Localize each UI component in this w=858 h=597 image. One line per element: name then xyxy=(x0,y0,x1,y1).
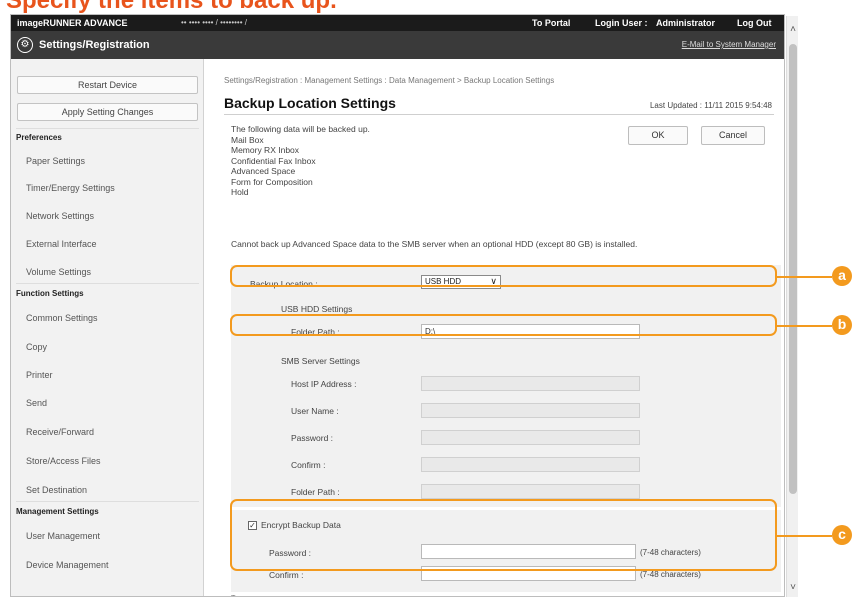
device-name: •• •••• •••• / •••••••• / xyxy=(181,18,247,27)
scrollbar[interactable]: ˄ ˅ xyxy=(786,16,798,597)
smb-note: Cannot back up Advanced Space data to th… xyxy=(231,239,638,249)
smb-password-field[interactable] xyxy=(421,430,640,445)
sidebar-divider xyxy=(16,128,199,129)
sidebar-item-user-management[interactable]: User Management xyxy=(26,531,100,541)
intro-line: The following data will be backed up. xyxy=(231,124,370,134)
backup-item: Mail Box xyxy=(231,134,264,145)
callout-box-a xyxy=(230,265,777,287)
smb-server-settings-label: SMB Server Settings xyxy=(281,356,360,366)
callout-leader-b xyxy=(777,325,832,327)
cancel-button[interactable]: Cancel xyxy=(701,126,765,145)
backup-item: Advanced Space xyxy=(231,166,296,176)
enc-confirm-label: Confirm : xyxy=(269,570,304,580)
email-system-manager-link[interactable]: E-Mail to System Manager xyxy=(682,40,776,49)
brand-label: imageRUNNER ADVANCE xyxy=(17,18,128,28)
callout-leader-a xyxy=(777,276,832,278)
portal-link[interactable]: To Portal xyxy=(532,18,570,28)
login-user-label: Login User : xyxy=(595,18,648,28)
breadcrumb: Settings/Registration : Management Setti… xyxy=(224,76,555,85)
sidebar-item-network[interactable]: Network Settings xyxy=(26,211,94,221)
scroll-down-icon[interactable]: ˅ xyxy=(787,582,799,593)
callout-box-c xyxy=(230,499,777,571)
backup-item: Hold xyxy=(231,187,249,197)
sidebar-item-paper-settings[interactable]: Paper Settings xyxy=(26,156,85,166)
sidebar-item-store-access[interactable]: Store/Access Files xyxy=(26,456,101,466)
sidebar-item-device-management[interactable]: Device Management xyxy=(26,560,109,570)
smb-user-label: User Name : xyxy=(291,406,339,416)
sidebar-item-timer-energy[interactable]: Timer/Energy Settings xyxy=(26,183,115,193)
smb-confirm-label: Confirm : xyxy=(291,460,326,470)
restart-device-button[interactable]: Restart Device xyxy=(17,76,198,94)
sidebar-item-printer[interactable]: Printer xyxy=(26,370,53,380)
backup-item: Confidential Fax Inbox xyxy=(231,155,316,166)
sidebar-item-copy[interactable]: Copy xyxy=(26,342,47,352)
scroll-up-icon[interactable]: ˄ xyxy=(787,24,799,35)
page-header-bar: ⚙ Settings/Registration E-Mail to System… xyxy=(11,31,784,59)
sidebar-section-preferences: Preferences xyxy=(16,133,62,142)
sidebar-item-send[interactable]: Send xyxy=(26,398,47,408)
sidebar-section-management: Management Settings xyxy=(16,507,99,516)
instruction-heading: Specify the items to back up. xyxy=(6,0,337,14)
smb-folder-path-field[interactable] xyxy=(421,484,640,499)
enc-confirm-hint: (7-48 characters) xyxy=(640,570,701,579)
sidebar-item-common[interactable]: Common Settings xyxy=(26,313,98,323)
title-bar: imageRUNNER ADVANCE •• •••• •••• / •••••… xyxy=(11,15,784,31)
ok-button[interactable]: OK xyxy=(628,126,688,145)
sidebar-item-receive-forward[interactable]: Receive/Forward xyxy=(26,427,94,437)
smb-confirm-field[interactable] xyxy=(421,457,640,472)
logout-link[interactable]: Log Out xyxy=(737,18,772,28)
page-title: Backup Location Settings xyxy=(224,95,396,111)
sidebar-divider xyxy=(16,283,199,284)
sidebar: Restart Device Apply Setting Changes Pre… xyxy=(11,59,204,596)
scrollbar-thumb[interactable] xyxy=(789,44,797,494)
sidebar-item-set-destination[interactable]: Set Destination xyxy=(26,485,87,495)
smb-user-field[interactable] xyxy=(421,403,640,418)
title-divider xyxy=(224,114,774,115)
usb-hdd-settings-label: USB HDD Settings xyxy=(281,304,353,314)
callout-badge-c: c xyxy=(832,525,852,545)
callout-leader-c xyxy=(777,535,832,537)
backup-items-list: The following data will be backed up. Ma… xyxy=(231,124,370,198)
sidebar-item-volume[interactable]: Volume Settings xyxy=(26,267,91,277)
smb-folder-path-label: Folder Path : xyxy=(291,487,340,497)
smb-password-label: Password : xyxy=(291,433,334,443)
smb-host-field[interactable] xyxy=(421,376,640,391)
last-updated: Last Updated : 11/11 2015 9:54:48 xyxy=(649,101,772,110)
sidebar-divider xyxy=(16,501,199,502)
settings-page-title: Settings/Registration xyxy=(39,39,150,51)
sidebar-section-function: Function Settings xyxy=(16,289,84,298)
callout-box-b xyxy=(230,314,777,336)
sidebar-item-external-interface[interactable]: External Interface xyxy=(26,239,97,249)
callout-badge-b: b xyxy=(832,315,852,335)
backup-settings-panel: Backup Location : USB HDD ∨ USB HDD Sett… xyxy=(231,265,781,507)
callout-badge-a: a xyxy=(832,266,852,286)
backup-item: Memory RX Inbox xyxy=(231,145,300,155)
gear-icon: ⚙ xyxy=(17,37,33,53)
smb-host-label: Host IP Address : xyxy=(291,379,357,389)
apply-setting-changes-button[interactable]: Apply Setting Changes xyxy=(17,103,198,121)
login-user-name: Administrator xyxy=(656,18,716,28)
backup-item: Form for Composition xyxy=(231,176,313,187)
